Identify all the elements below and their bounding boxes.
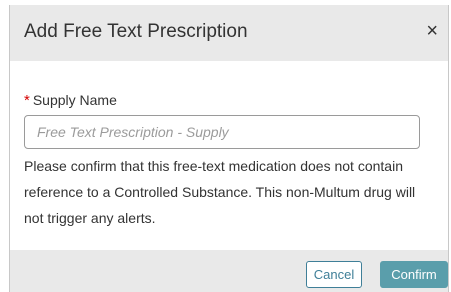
controlled-substance-note: Please confirm that this free-text medic… (24, 158, 416, 226)
required-marker: * (24, 92, 30, 109)
dialog-footer: Cancel Confirm (10, 250, 448, 292)
close-icon[interactable]: × (426, 21, 438, 41)
supply-name-label-row: * Supply Name (24, 91, 434, 109)
cancel-button[interactable]: Cancel (306, 261, 362, 288)
dialog-body: *Supply Name Please confirm that this fr… (24, 91, 434, 231)
supply-name-input[interactable] (24, 115, 420, 149)
confirm-button[interactable]: Confirm (380, 261, 448, 288)
add-free-text-prescription-dialog: Add Free Text Prescription × * Supply Nam… (9, 5, 449, 292)
dialog-header: Add Free Text Prescription × (10, 5, 448, 61)
supply-name-label: Supply Name (32, 92, 117, 108)
dialog-title: Add Free Text Prescription (24, 21, 248, 42)
